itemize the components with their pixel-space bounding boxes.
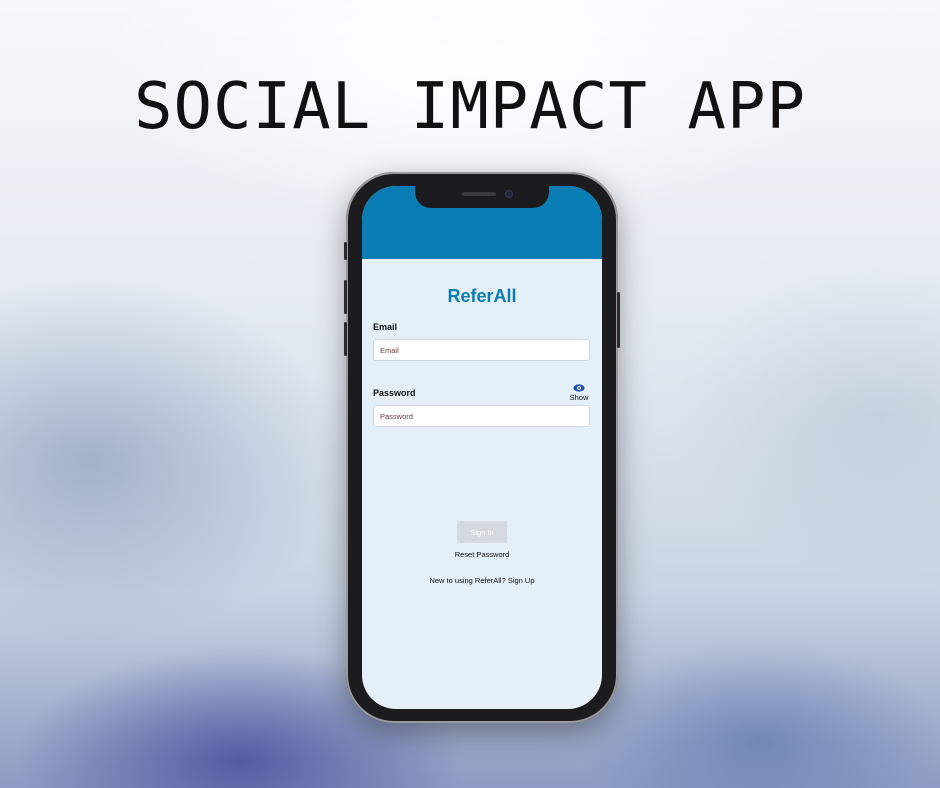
sign-in-button[interactable]: Sign In xyxy=(457,521,507,543)
show-password-label: Show xyxy=(569,393,589,402)
reset-password-link[interactable]: Reset Password xyxy=(362,550,602,559)
page-title: SOCIAL IMPACT APP xyxy=(133,70,807,144)
sign-up-link[interactable]: New to using ReferAll? Sign Up xyxy=(362,576,602,585)
show-password-toggle[interactable]: Show xyxy=(566,384,592,402)
speaker-grille xyxy=(462,192,496,196)
password-label: Password xyxy=(373,388,416,398)
email-input[interactable] xyxy=(373,339,590,361)
email-label: Email xyxy=(373,322,398,332)
eye-icon xyxy=(573,384,585,392)
phone-volume-up xyxy=(344,280,347,314)
phone-mockup: ReferAll Email Password Show Sign In Res… xyxy=(344,172,620,723)
password-input[interactable] xyxy=(373,405,590,427)
phone-power-button xyxy=(617,292,620,348)
phone-mute-switch xyxy=(344,242,347,260)
phone-notch xyxy=(415,186,549,208)
front-camera-icon xyxy=(505,190,513,198)
app-brand-title: ReferAll xyxy=(447,286,517,306)
phone-screen: ReferAll Email Password Show Sign In Res… xyxy=(362,186,602,709)
phone-volume-down xyxy=(344,322,347,356)
